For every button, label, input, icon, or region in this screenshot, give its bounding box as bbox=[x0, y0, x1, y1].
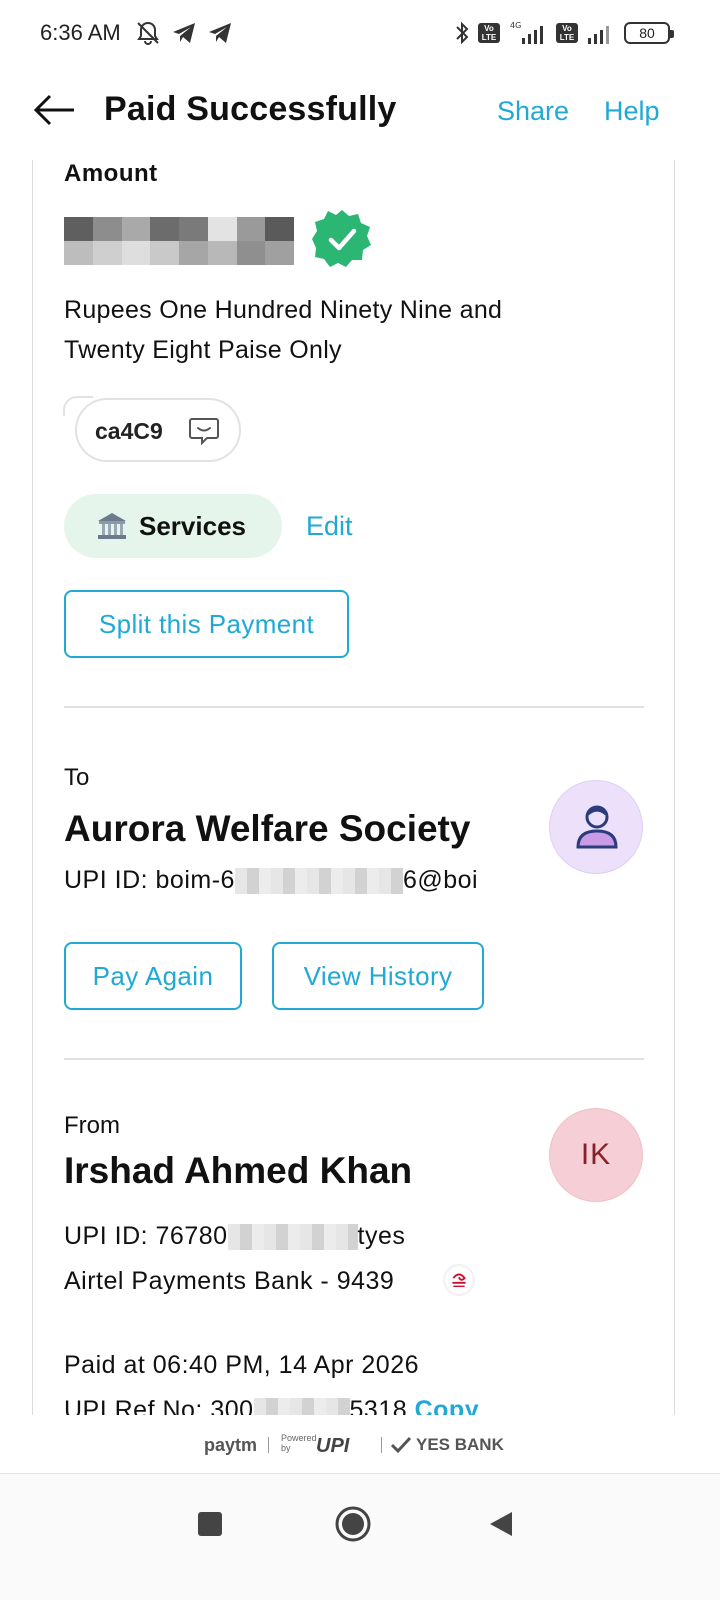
telegram-icon bbox=[173, 23, 195, 43]
system-nav-bar bbox=[0, 1474, 720, 1600]
separator bbox=[268, 1437, 269, 1453]
copy-ref-button[interactable]: Copy bbox=[415, 1396, 480, 1415]
divider bbox=[64, 706, 644, 708]
recent-apps-icon[interactable] bbox=[190, 1504, 230, 1544]
recipient-name: Aurora Welfare Society bbox=[64, 808, 471, 849]
amount-value-redacted bbox=[64, 217, 294, 265]
bank-building-icon bbox=[98, 513, 126, 539]
recipient-upi-suffix: 6@boi bbox=[402, 866, 479, 894]
airtel-logo-icon bbox=[443, 1264, 475, 1296]
powered-by-label: Powered by bbox=[281, 1433, 317, 1453]
amount-label: Amount bbox=[64, 160, 158, 187]
back-triangle-icon[interactable] bbox=[482, 1504, 522, 1544]
battery-icon: 80 bbox=[624, 22, 674, 44]
category-tag[interactable]: Services bbox=[64, 494, 282, 558]
page-title: Paid Successfully bbox=[104, 90, 397, 128]
divider bbox=[64, 1058, 644, 1060]
recipient-avatar bbox=[549, 780, 643, 874]
app-header: Paid Successfully Share Help bbox=[0, 68, 720, 156]
from-label: From bbox=[64, 1112, 120, 1139]
to-label: To bbox=[64, 764, 90, 791]
redacted-mask bbox=[253, 1398, 350, 1415]
sender-upi-id: UPI ID: 76780 tyes bbox=[64, 1222, 405, 1251]
sender-avatar: IK bbox=[549, 1108, 643, 1202]
status-right-icons: Vo LTE 4G Vo LTE 80 bbox=[454, 20, 674, 46]
payment-details-card: Amount Rupees One Hundred Ninety Nine an… bbox=[32, 160, 675, 1415]
redacted-mask bbox=[227, 1224, 358, 1251]
upi-logo: UPI bbox=[316, 1435, 350, 1457]
amount-in-words: Rupees One Hundred Ninety Nine and Twent… bbox=[64, 296, 503, 364]
redacted-mask bbox=[234, 868, 403, 895]
recipient-upi-id: UPI ID: boim-6 6@boi bbox=[64, 866, 478, 895]
status-time: 6:36 AM bbox=[40, 20, 121, 45]
sender-upi-prefix: UPI ID: 76780 bbox=[64, 1222, 228, 1250]
notifications-off-icon bbox=[137, 21, 159, 45]
back-arrow-icon[interactable] bbox=[32, 90, 78, 130]
share-button[interactable]: Share bbox=[497, 96, 569, 127]
payment-note: ca4C9 bbox=[95, 418, 163, 444]
split-payment-button[interactable]: Split this Payment bbox=[64, 590, 349, 658]
message-icon bbox=[189, 418, 219, 446]
help-button[interactable]: Help bbox=[604, 96, 660, 127]
view-history-button[interactable]: View History bbox=[272, 942, 484, 1010]
signal-4g-icon: 4G bbox=[510, 21, 543, 44]
pay-again-button[interactable]: Pay Again bbox=[64, 942, 242, 1010]
category-label: Services bbox=[139, 511, 246, 541]
status-bar: 6:36 AM Vo LTE 4G Vo LTE 80 bbox=[0, 0, 720, 68]
sender-bank: Airtel Payments Bank - 9439 bbox=[64, 1267, 395, 1295]
yes-bank-check-icon bbox=[390, 1436, 412, 1454]
volte-icon: Vo LTE bbox=[556, 23, 578, 43]
network-label: 4G bbox=[510, 21, 521, 30]
person-icon bbox=[576, 805, 618, 849]
signal-icon bbox=[588, 26, 609, 44]
sender-upi-suffix: tyes bbox=[357, 1222, 406, 1250]
yes-bank-logo: YES BANK bbox=[416, 1435, 504, 1454]
ref-suffix: 5318 bbox=[349, 1396, 408, 1415]
telegram-icon bbox=[209, 23, 231, 43]
ref-prefix: UPI Ref No: 300 bbox=[64, 1396, 254, 1415]
paid-timestamp: Paid at 06:40 PM, 14 Apr 2026 bbox=[64, 1351, 420, 1379]
volte-icon: Vo LTE bbox=[478, 23, 500, 43]
verified-badge-icon bbox=[312, 210, 371, 267]
upi-ref-number: UPI Ref No: 300 5318 Copy bbox=[64, 1396, 479, 1415]
partner-footer: paytm Powered by UPI YES BANK bbox=[0, 1415, 720, 1473]
home-icon[interactable] bbox=[333, 1504, 373, 1544]
bluetooth-icon bbox=[456, 21, 469, 45]
sender-name: Irshad Ahmed Khan bbox=[64, 1150, 413, 1191]
edit-category-button[interactable]: Edit bbox=[306, 511, 353, 542]
paytm-logo: paytm bbox=[204, 1435, 258, 1455]
separator bbox=[381, 1437, 382, 1453]
status-left-icons bbox=[135, 20, 233, 46]
recipient-upi-prefix: UPI ID: boim-6 bbox=[64, 866, 235, 894]
